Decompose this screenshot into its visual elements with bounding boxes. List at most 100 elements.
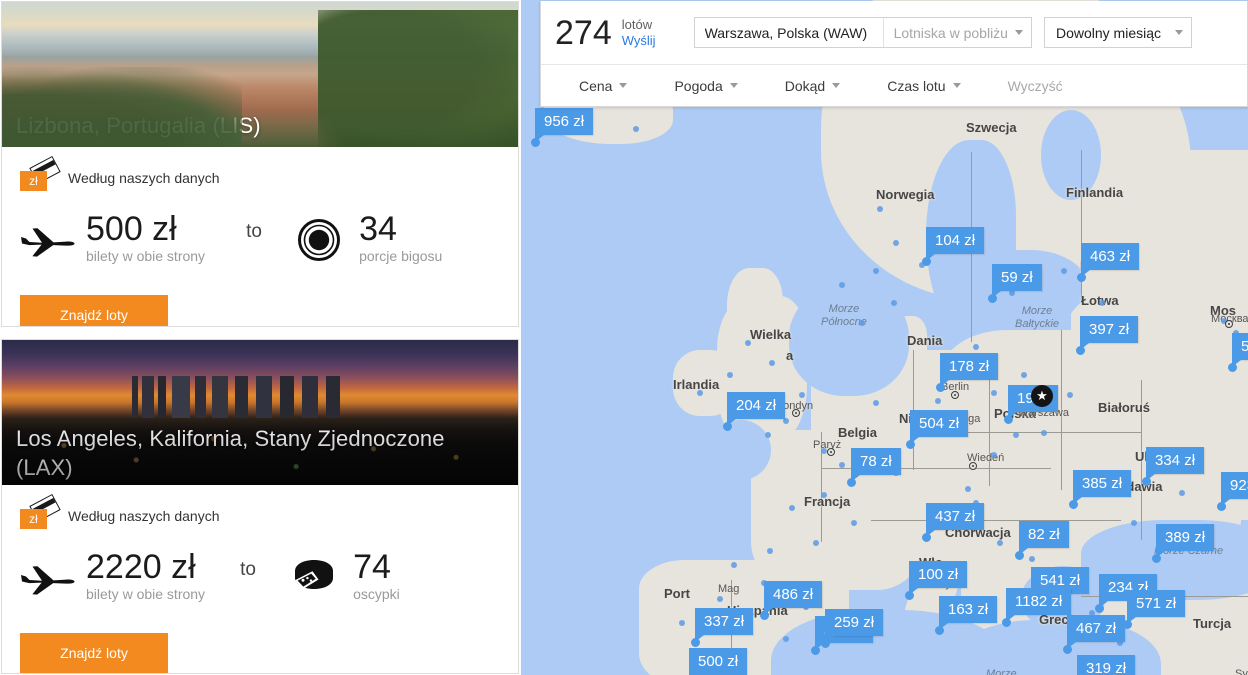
airport-dot[interactable]: [997, 540, 1003, 546]
origin-field-group[interactable]: Lotniska w pobliżu: [693, 17, 1032, 48]
airport-dot[interactable]: [697, 390, 703, 396]
deal-card[interactable]: Lizbona, Portugalia (LIS) zł Według nasz…: [1, 1, 519, 327]
capital-city-marker[interactable]: [792, 409, 800, 417]
price-marker[interactable]: 397 zł: [1080, 316, 1139, 350]
airport-dot[interactable]: [991, 390, 997, 396]
price-marker[interactable]: 259 zł: [825, 609, 884, 643]
airport-dot[interactable]: [813, 540, 819, 546]
airport-dot[interactable]: [1013, 432, 1019, 438]
price-marker-anchor[interactable]: [531, 138, 540, 147]
capital-city-marker[interactable]: [1225, 320, 1233, 328]
airport-dot[interactable]: [873, 268, 879, 274]
airport-dot[interactable]: [783, 636, 789, 642]
airport-dot[interactable]: [767, 548, 773, 554]
price-marker-anchor[interactable]: [1069, 500, 1078, 509]
capital-city-marker[interactable]: [969, 462, 977, 470]
price-marker-anchor[interactable]: [1228, 363, 1237, 372]
price-marker[interactable]: 82 zł: [1019, 521, 1069, 555]
airport-dot[interactable]: [717, 596, 723, 602]
price-marker-anchor[interactable]: [1015, 551, 1024, 560]
price-marker-anchor[interactable]: [723, 422, 732, 431]
price-marker-anchor[interactable]: [1002, 618, 1011, 627]
price-marker[interactable]: 571 zł: [1127, 590, 1186, 624]
airport-dot[interactable]: [633, 126, 639, 132]
price-marker-anchor[interactable]: [811, 646, 820, 655]
price-marker[interactable]: 389 zł: [1156, 524, 1215, 558]
price-marker-anchor[interactable]: [760, 611, 769, 620]
filter-dokad[interactable]: Dokąd: [785, 78, 841, 94]
deal-card[interactable]: Los Angeles, Kalifornia, Stany Zjednoczo…: [1, 339, 519, 674]
airport-dot[interactable]: [765, 432, 771, 438]
price-marker[interactable]: 463 zł: [1081, 243, 1140, 277]
price-marker[interactable]: 78 zł: [851, 448, 901, 482]
send-link[interactable]: Wyślij: [622, 33, 656, 49]
price-marker[interactable]: 1182 zł: [1006, 588, 1072, 622]
price-marker[interactable]: 486 zł: [764, 581, 823, 615]
price-marker[interactable]: 104 zł: [926, 227, 985, 261]
price-marker[interactable]: 100 zł: [909, 561, 968, 595]
airport-dot[interactable]: [851, 520, 857, 526]
origin-input[interactable]: [694, 18, 883, 47]
airport-dot[interactable]: [935, 398, 941, 404]
nearby-airports-select[interactable]: Lotniska w pobliżu: [882, 18, 1031, 47]
price-marker-anchor[interactable]: [922, 257, 931, 266]
price-marker[interactable]: 319 zł: [1077, 655, 1136, 675]
capital-city-marker[interactable]: [827, 448, 835, 456]
airport-dot[interactable]: [679, 620, 685, 626]
filter-pogoda[interactable]: Pogoda: [674, 78, 738, 94]
price-marker[interactable]: 163 zł: [939, 596, 998, 630]
capital-city-marker[interactable]: [951, 391, 959, 399]
price-marker-anchor[interactable]: [922, 533, 931, 542]
price-marker[interactable]: 178 zł: [940, 353, 999, 387]
airport-dot[interactable]: [799, 392, 805, 398]
airport-dot[interactable]: [991, 452, 997, 458]
price-marker-anchor[interactable]: [821, 639, 830, 648]
airport-dot[interactable]: [1021, 372, 1027, 378]
price-marker[interactable]: 923: [1221, 472, 1248, 506]
flight-map[interactable]: Morze Północne Morze Bałtyckie Morze Czarne M…: [521, 0, 1248, 675]
price-marker-anchor[interactable]: [1152, 554, 1161, 563]
price-marker-anchor[interactable]: [988, 294, 997, 303]
airport-dot[interactable]: [1067, 392, 1073, 398]
price-marker[interactable]: 5: [1232, 333, 1248, 367]
price-marker[interactable]: 467 zł: [1067, 615, 1126, 649]
price-marker-anchor[interactable]: [1004, 415, 1013, 424]
airport-dot[interactable]: [727, 372, 733, 378]
price-marker[interactable]: 500 zł: [689, 648, 748, 675]
price-marker[interactable]: 385 zł: [1073, 470, 1132, 504]
price-marker-anchor[interactable]: [936, 383, 945, 392]
airport-dot[interactable]: [859, 320, 865, 326]
price-marker[interactable]: 956 zł: [535, 108, 594, 142]
clear-filters-button[interactable]: Wyczyść: [1008, 78, 1063, 94]
price-marker[interactable]: 504 zł: [910, 410, 969, 444]
airport-dot[interactable]: [745, 340, 751, 346]
price-marker-anchor[interactable]: [906, 440, 915, 449]
price-marker[interactable]: 337 zł: [695, 608, 754, 642]
price-marker-anchor[interactable]: [1095, 604, 1104, 613]
airport-dot[interactable]: [1131, 520, 1137, 526]
origin-star-marker[interactable]: ★: [1031, 385, 1053, 407]
filter-czas-lotu[interactable]: Czas lotu: [887, 78, 961, 94]
price-marker[interactable]: 437 zł: [926, 503, 985, 537]
price-marker-anchor[interactable]: [691, 638, 700, 647]
price-marker-anchor[interactable]: [1123, 620, 1132, 629]
filter-cena[interactable]: Cena: [579, 78, 628, 94]
price-marker[interactable]: 334 zł: [1146, 447, 1205, 481]
airport-dot[interactable]: [891, 300, 897, 306]
airport-dot[interactable]: [973, 344, 979, 350]
airport-dot[interactable]: [789, 505, 795, 511]
find-flights-button[interactable]: Znajdź loty: [20, 633, 168, 673]
price-marker-anchor[interactable]: [1217, 502, 1226, 511]
airport-dot[interactable]: [731, 562, 737, 568]
airport-dot[interactable]: [965, 486, 971, 492]
price-marker-anchor[interactable]: [935, 626, 944, 635]
airport-dot[interactable]: [1099, 300, 1105, 306]
price-marker[interactable]: 204 zł: [727, 392, 786, 426]
airport-dot[interactable]: [1179, 490, 1185, 496]
month-select[interactable]: Dowolny miesiąc: [1043, 17, 1192, 48]
airport-dot[interactable]: [893, 240, 899, 246]
airport-dot[interactable]: [769, 360, 775, 366]
price-marker-anchor[interactable]: [847, 478, 856, 487]
airport-dot[interactable]: [1029, 556, 1035, 562]
airport-dot[interactable]: [1041, 430, 1047, 436]
